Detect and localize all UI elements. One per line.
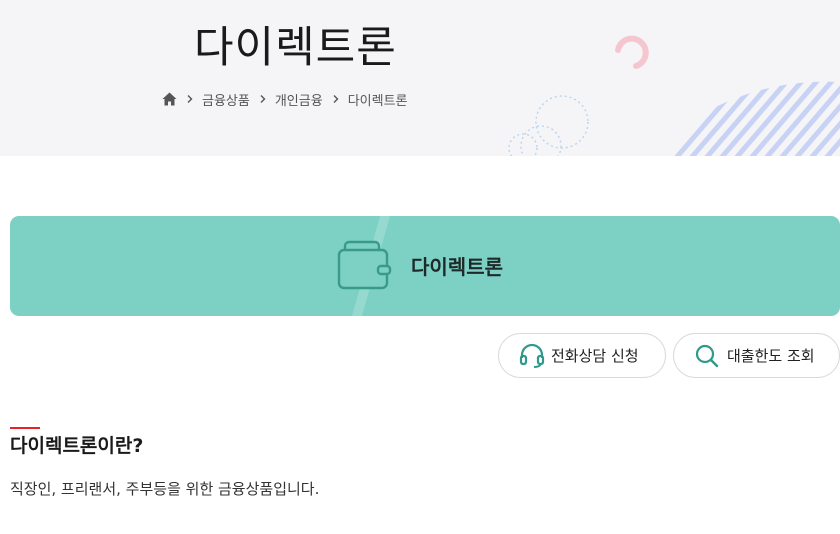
chevron-right-icon — [187, 95, 193, 103]
breadcrumb-item-financial-products[interactable]: 금융상품 — [202, 90, 250, 109]
phone-consultation-button[interactable]: 전화상담 신청 — [498, 333, 666, 378]
breadcrumb: 금융상품 개인금융 다이렉트론 — [162, 89, 408, 109]
search-icon — [695, 344, 719, 367]
home-icon[interactable] — [162, 92, 177, 106]
chevron-right-icon — [260, 95, 266, 103]
section-description: 직장인, 프리랜서, 주부등을 위한 금융상품입니다. — [10, 480, 320, 498]
wallet-icon — [337, 240, 392, 290]
section-accent-bar — [10, 427, 40, 429]
loan-limit-inquiry-button[interactable]: 대출한도 조회 — [673, 333, 840, 378]
chevron-right-icon — [333, 95, 339, 103]
phone-consultation-label: 전화상담 신청 — [551, 347, 639, 365]
breadcrumb-item-personal-finance[interactable]: 개인금융 — [275, 90, 323, 109]
loan-limit-inquiry-label: 대출한도 조회 — [727, 347, 815, 365]
breadcrumb-item-direct-loan[interactable]: 다이렉트론 — [348, 90, 408, 109]
page: 다이렉트론 금융상품 개인금융 다이렉트론 다이렉트론 전화상담 신청 대출한도… — [0, 0, 840, 534]
product-banner: 다이렉트론 — [10, 216, 840, 316]
page-header: 다이렉트론 금융상품 개인금융 다이렉트론 — [0, 0, 840, 156]
banner-title: 다이렉트론 — [411, 255, 503, 279]
page-title: 다이렉트론 — [194, 23, 397, 73]
header-decoration — [508, 35, 840, 156]
headset-icon — [519, 343, 545, 368]
section-title: 다이렉트론이란? — [10, 435, 144, 457]
